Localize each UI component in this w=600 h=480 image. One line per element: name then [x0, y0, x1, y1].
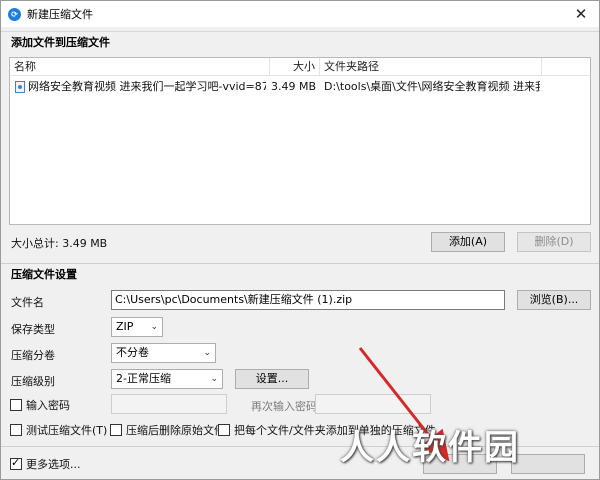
more-options-checkbox[interactable] — [10, 456, 22, 470]
password-label: 输入密码 — [26, 399, 70, 412]
level-label: 压缩级别 — [11, 375, 55, 388]
close-icon[interactable]: ✕ — [571, 4, 591, 24]
total-size: 大小总计: 3.49 MB — [11, 237, 108, 250]
cancel-button[interactable] — [511, 454, 585, 474]
column-name[interactable]: 名称 — [10, 58, 270, 76]
chevron-down-icon: ⌄ — [203, 348, 211, 358]
app-icon: ⟳ — [8, 7, 21, 21]
chevron-down-icon: ⌄ — [150, 322, 158, 332]
split-select[interactable]: 不分卷 ⌄ — [111, 343, 216, 363]
column-folder-path[interactable]: 文件夹路径 — [320, 58, 542, 76]
add-button[interactable]: 添加(A) — [431, 232, 505, 252]
each-file-checkbox[interactable] — [218, 424, 230, 436]
title-bar: ⟳ 新建压缩文件 ✕ — [1, 1, 599, 27]
save-type-value: ZIP — [116, 320, 134, 333]
save-type-label: 保存类型 — [11, 323, 55, 336]
file-name: 网络安全教育视频 进来我们一起学习吧-vvid=878... — [28, 80, 266, 93]
level-settings-button[interactable]: 设置... — [235, 369, 309, 389]
more-options-row[interactable]: 更多选项... — [10, 456, 81, 472]
split-label: 压缩分卷 — [11, 349, 55, 362]
delete-button[interactable]: 删除(D) — [517, 232, 591, 252]
filename-input[interactable]: C:\Users\pc\Documents\新建压缩文件 (1).zip — [111, 290, 505, 310]
add-files-heading: 添加文件到压缩文件 — [1, 31, 599, 53]
delete-after-row[interactable]: 压缩后删除原始文件 — [110, 422, 225, 438]
test-archive-row[interactable]: 测试压缩文件(T) — [10, 422, 107, 438]
video-file-icon — [15, 81, 25, 93]
column-size[interactable]: 大小 — [270, 58, 320, 76]
browse-button[interactable]: 浏览(B)... — [517, 290, 591, 310]
file-path: D:\tools\桌面\文件\网络安全教育视频 进来我们一... — [324, 80, 540, 93]
split-value: 不分卷 — [116, 346, 149, 359]
level-select[interactable]: 2-正常压缩 ⌄ — [111, 369, 223, 389]
window-title: 新建压缩文件 — [27, 8, 93, 21]
site-watermark: 人人软件园 — [340, 428, 520, 468]
file-list[interactable]: 名称 大小 文件夹路径 网络安全教育视频 进来我们一起学习吧-vvid=878.… — [9, 57, 591, 225]
file-list-header: 名称 大小 文件夹路径 — [10, 58, 590, 76]
file-size: 3.49 MB — [270, 80, 316, 93]
archive-settings-heading: 压缩文件设置 — [1, 263, 599, 285]
reenter-password-label: 再次输入密码 — [251, 400, 317, 413]
new-archive-dialog: ⟳ 新建压缩文件 ✕ 添加文件到压缩文件 名称 大小 文件夹路径 网络安全教育视… — [0, 0, 600, 480]
filename-label: 文件名 — [11, 296, 44, 309]
delete-after-checkbox[interactable] — [110, 424, 122, 436]
test-archive-checkbox[interactable] — [10, 424, 22, 436]
delete-after-label: 压缩后删除原始文件 — [126, 424, 225, 437]
level-value: 2-正常压缩 — [116, 372, 171, 385]
file-row[interactable]: 网络安全教育视频 进来我们一起学习吧-vvid=878... 3.49 MB D… — [10, 77, 590, 97]
password-checkbox[interactable] — [10, 399, 22, 411]
test-archive-label: 测试压缩文件(T) — [26, 424, 108, 437]
more-options-label: 更多选项... — [26, 458, 81, 471]
password-checkbox-row[interactable]: 输入密码 — [10, 397, 70, 413]
save-type-select[interactable]: ZIP ⌄ — [111, 317, 163, 337]
chevron-down-icon: ⌄ — [210, 374, 218, 384]
reenter-password-input[interactable] — [315, 394, 431, 414]
password-input[interactable] — [111, 394, 227, 414]
